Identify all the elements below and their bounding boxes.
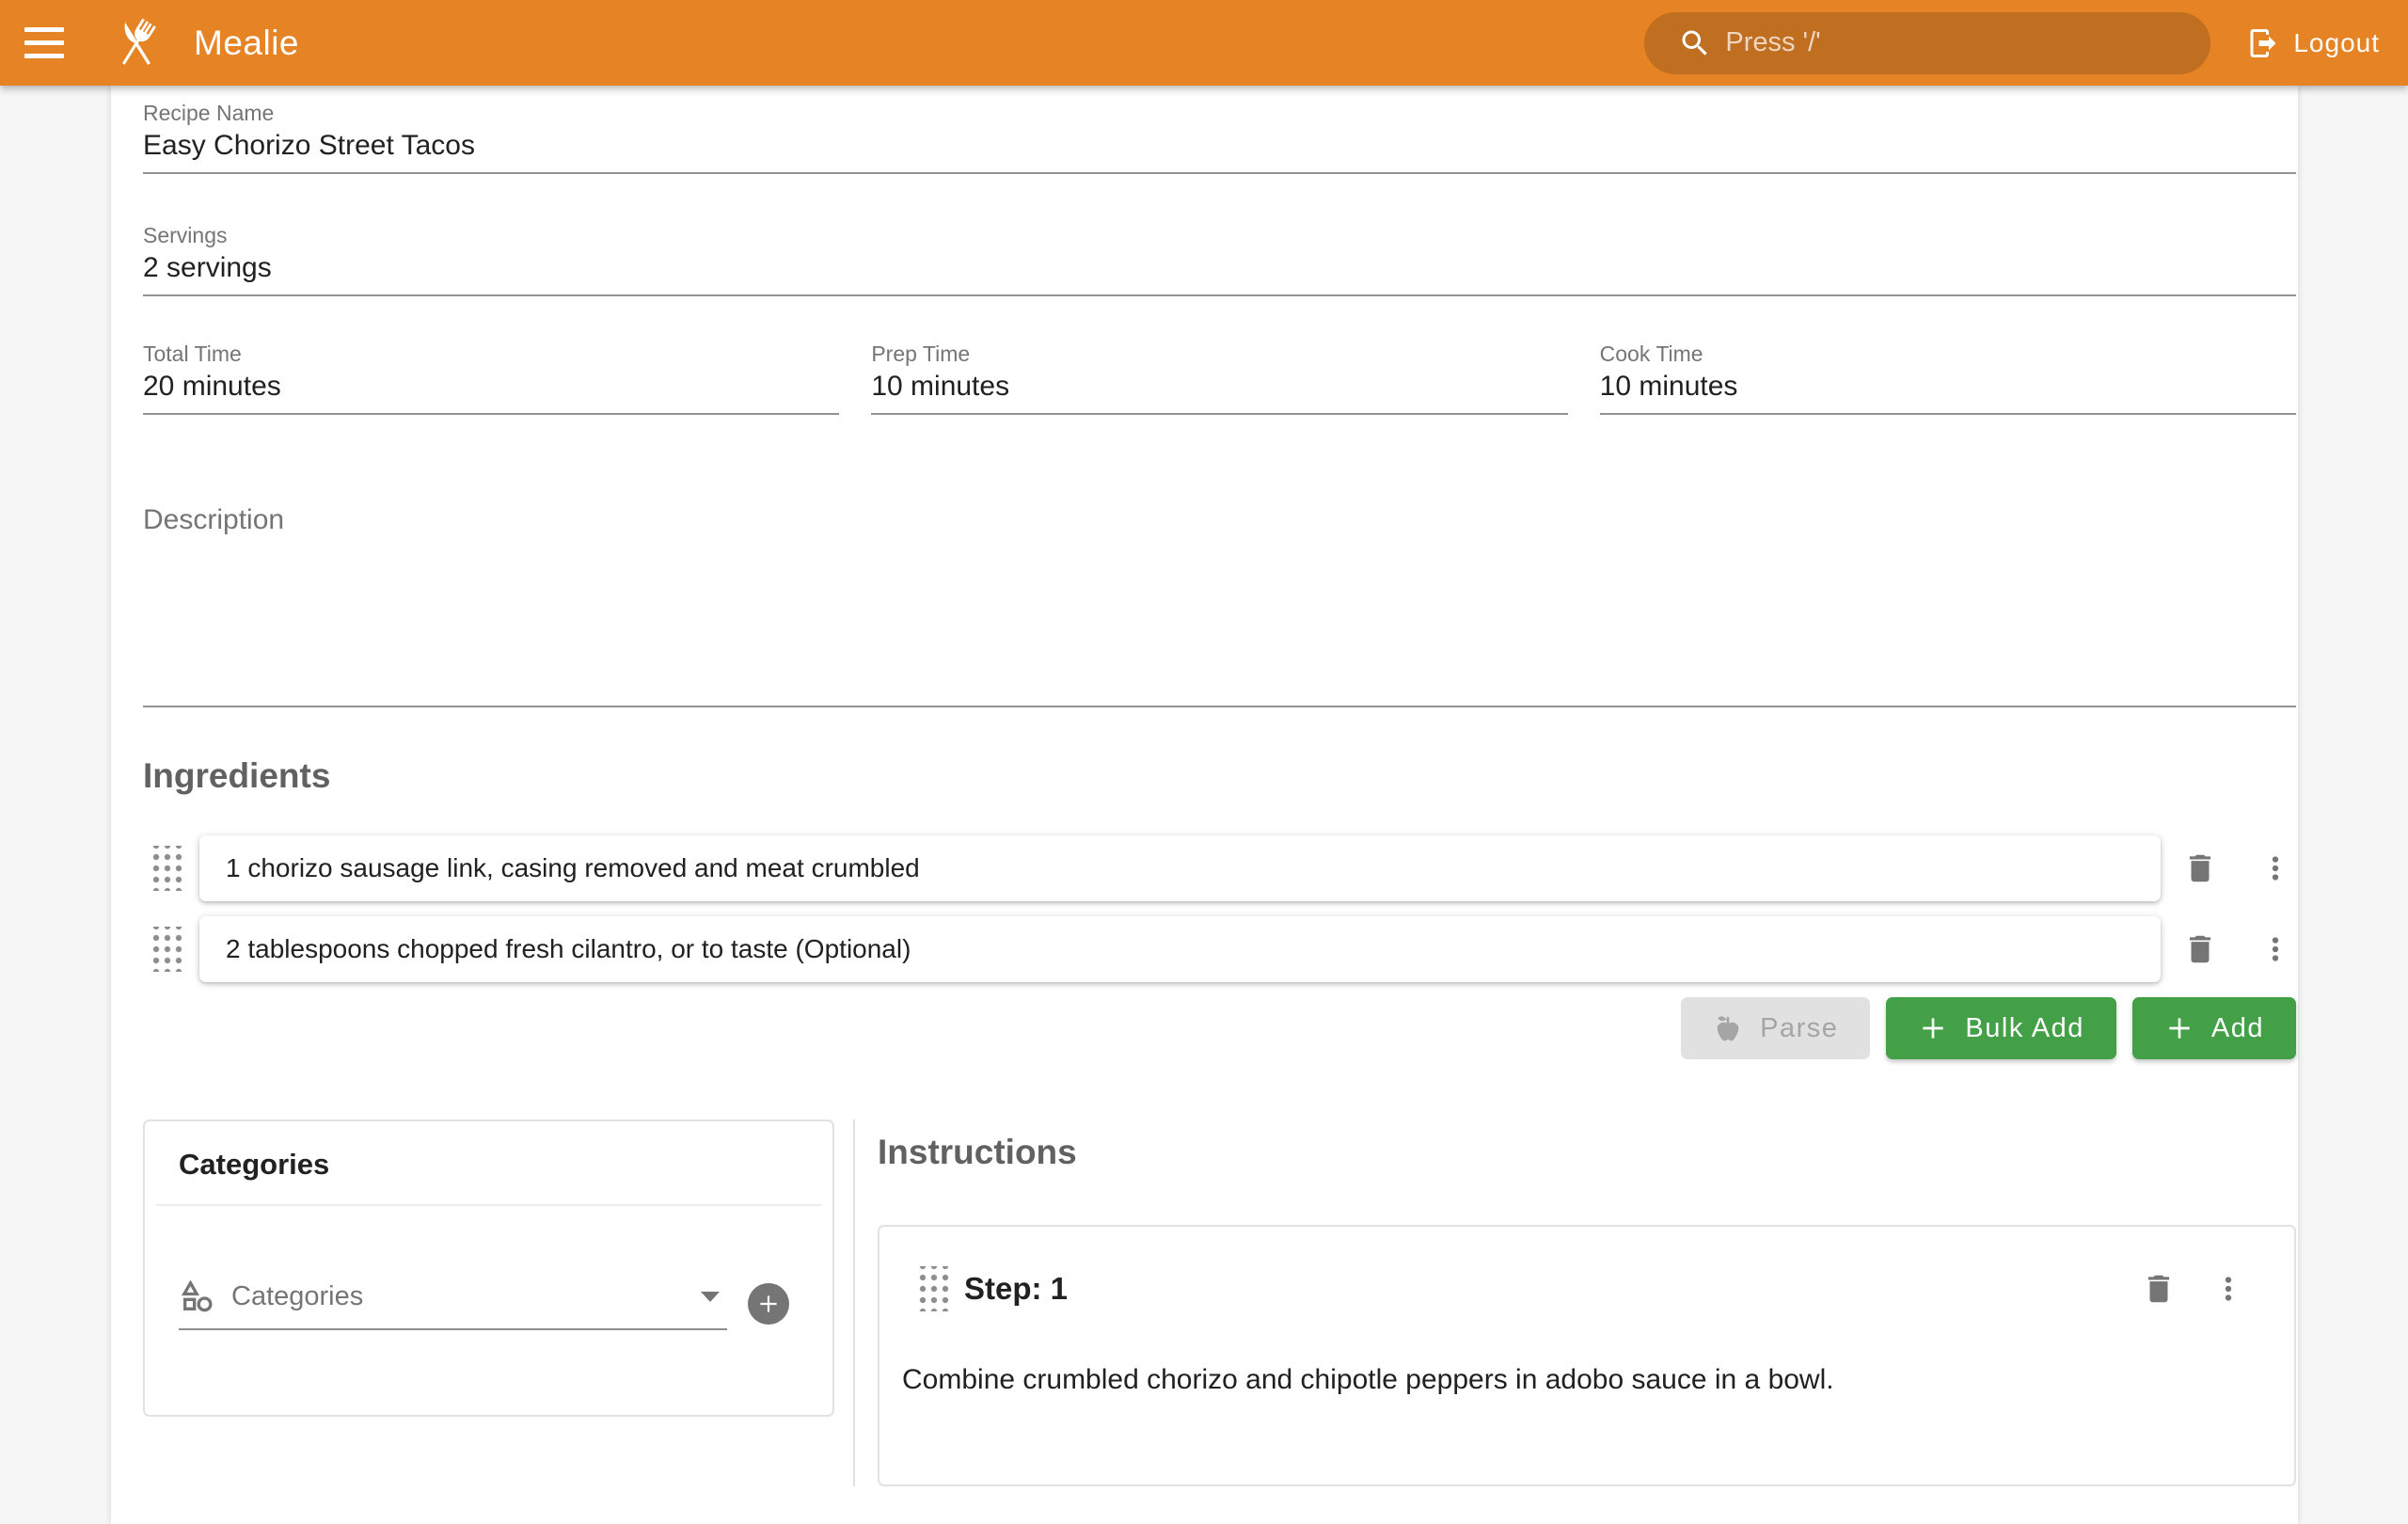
- lower-columns: Categories Categories: [143, 1119, 2296, 1486]
- ingredient-input[interactable]: [224, 852, 2136, 884]
- logout-label: Logout: [2293, 28, 2380, 58]
- description-label: Description: [143, 501, 2296, 539]
- categories-select-label: Categories: [231, 1281, 363, 1312]
- shapes-icon: [179, 1278, 216, 1315]
- drag-handle-icon[interactable]: [917, 1266, 951, 1311]
- step-title: Step: 1: [964, 1271, 1068, 1307]
- step-header: Step: 1: [902, 1266, 2249, 1311]
- app-title: Mealie: [194, 24, 299, 63]
- app-bar: Mealie Logout: [0, 0, 2408, 86]
- ingredient-menu-button[interactable]: [2255, 848, 2296, 889]
- ingredient-list: [143, 835, 2296, 982]
- parse-button[interactable]: Parse: [1681, 997, 1870, 1059]
- total-time-label: Total Time: [143, 340, 839, 368]
- step-menu-button[interactable]: [2208, 1268, 2249, 1310]
- prep-time-label: Prep Time: [871, 340, 1567, 368]
- trash-icon: [2182, 850, 2218, 886]
- recipe-name-field: Recipe Name: [143, 93, 2296, 174]
- instructions-heading: Instructions: [878, 1131, 2296, 1174]
- plus-icon: [2164, 1013, 2194, 1043]
- ingredient-menu-button[interactable]: [2255, 929, 2296, 970]
- search-input[interactable]: [1723, 26, 2192, 59]
- recipe-editor-card: Recipe Name Servings Total Time Prep Tim…: [111, 86, 2298, 1524]
- search-icon: [1678, 26, 1712, 60]
- prep-time-input[interactable]: [871, 368, 1567, 405]
- plus-icon: [756, 1292, 781, 1316]
- mealie-logo-icon: [107, 14, 166, 72]
- apple-icon: [1713, 1013, 1743, 1043]
- instructions-column: Instructions Step: 1 Combine crumbled ch…: [855, 1119, 2296, 1486]
- delete-step-button[interactable]: [2138, 1268, 2179, 1310]
- ingredients-heading: Ingredients: [143, 754, 2296, 798]
- ingredient-card: [199, 916, 2161, 982]
- cook-time-input[interactable]: [1600, 368, 2296, 405]
- trash-icon: [2141, 1271, 2177, 1307]
- chevron-down-icon: [701, 1292, 720, 1302]
- step-card: Step: 1 Combine crumbled chorizo and chi…: [878, 1225, 2296, 1486]
- parse-label: Parse: [1760, 1013, 1838, 1044]
- logout-button[interactable]: Logout: [2246, 26, 2380, 60]
- total-time-field: Total Time: [143, 340, 839, 415]
- categories-card-title: Categories: [179, 1148, 832, 1182]
- servings-label: Servings: [143, 221, 2296, 249]
- time-fields-row: Total Time Prep Time Cook Time: [143, 340, 2296, 415]
- plus-icon: [1918, 1013, 1948, 1043]
- divider: [156, 1204, 821, 1206]
- ingredient-row: [143, 835, 2296, 901]
- kebab-menu-icon: [2210, 1271, 2246, 1307]
- add-button[interactable]: Add: [2132, 997, 2296, 1059]
- categories-select-row: Categories: [179, 1278, 789, 1330]
- ingredient-input[interactable]: [224, 933, 2136, 965]
- total-time-input[interactable]: [143, 368, 839, 405]
- servings-input[interactable]: [143, 249, 2296, 287]
- recipe-name-input[interactable]: [143, 127, 2296, 165]
- logout-icon: [2246, 26, 2280, 60]
- servings-field: Servings: [143, 221, 2296, 296]
- description-textarea[interactable]: [143, 539, 2300, 701]
- drag-handle-icon[interactable]: [150, 927, 184, 972]
- cook-time-field: Cook Time: [1600, 340, 2296, 415]
- drag-handle-icon[interactable]: [150, 846, 184, 891]
- prep-time-field: Prep Time: [871, 340, 1567, 415]
- search-box[interactable]: [1644, 12, 2210, 74]
- delete-ingredient-button[interactable]: [2179, 929, 2221, 970]
- bulk-add-button[interactable]: Bulk Add: [1886, 997, 2115, 1059]
- hamburger-menu-icon[interactable]: [24, 27, 64, 58]
- ingredient-row: [143, 916, 2296, 982]
- delete-ingredient-button[interactable]: [2179, 848, 2221, 889]
- organizer-column: Categories Categories: [143, 1119, 834, 1486]
- recipe-name-label: Recipe Name: [143, 99, 2296, 127]
- kebab-menu-icon: [2258, 850, 2293, 886]
- add-category-button[interactable]: [748, 1283, 789, 1325]
- cook-time-label: Cook Time: [1600, 340, 2296, 368]
- kebab-menu-icon: [2258, 931, 2293, 967]
- trash-icon: [2182, 931, 2218, 967]
- ingredient-card: [199, 835, 2161, 901]
- add-label: Add: [2211, 1013, 2264, 1044]
- ingredient-actions: Parse Bulk Add Add: [143, 997, 2296, 1059]
- description-field: Description: [143, 501, 2296, 707]
- bulk-add-label: Bulk Add: [1965, 1013, 2083, 1044]
- step-text[interactable]: Combine crumbled chorizo and chipotle pe…: [902, 1360, 2249, 1400]
- categories-card: Categories Categories: [143, 1119, 834, 1417]
- categories-select[interactable]: Categories: [179, 1278, 727, 1330]
